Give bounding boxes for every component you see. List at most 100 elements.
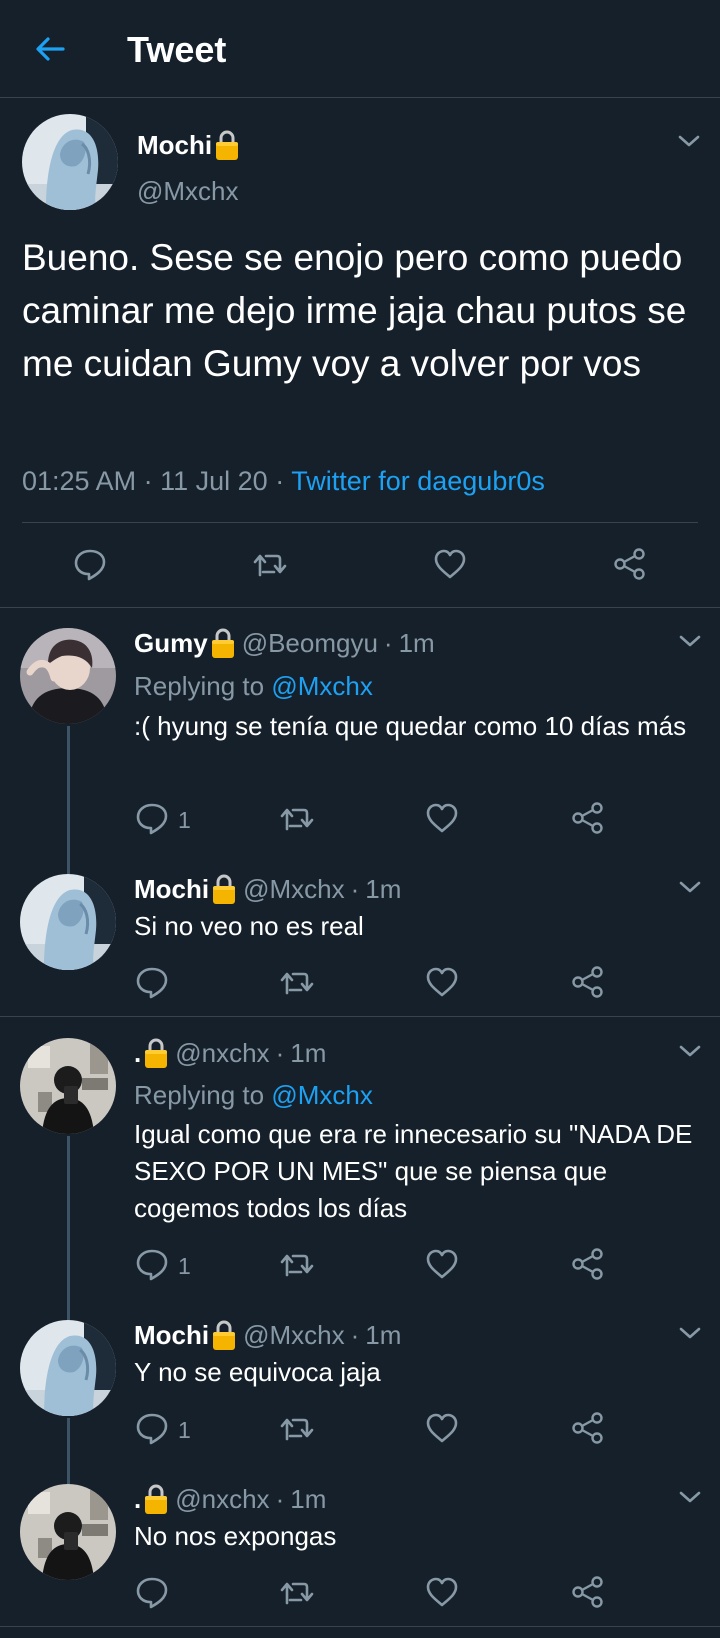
lock-icon [211,873,237,905]
meta-separator: · [350,1320,360,1350]
share-icon[interactable] [568,1408,608,1448]
replying-to-prefix: Replying to [134,671,265,701]
author-row: Gumy @Beomgyu · 1m [134,626,435,660]
retweet-icon[interactable] [277,1572,317,1612]
reply-icon[interactable] [132,1244,172,1284]
author-row: Mochi @Mxchx · 1m [134,872,401,906]
avatar[interactable] [20,628,116,724]
main-tweet: Mochi @Mxchx Bueno. Sese se enojo pero c… [0,98,720,608]
author-handle[interactable]: @Mxchx [243,872,345,906]
retweet-icon[interactable] [277,1408,317,1448]
meta-separator: · [143,466,153,496]
heart-icon[interactable] [422,962,462,1002]
author-handle[interactable]: @Mxchx [137,174,239,208]
author-row: Mochi [137,128,240,162]
meta-separator: · [275,1038,285,1068]
tweet-time: 1m [290,1038,327,1068]
reply-icon[interactable] [132,1408,172,1448]
share-icon[interactable] [610,544,650,584]
divider [0,1626,720,1627]
replying-to-link[interactable]: @Mxchx [271,671,373,701]
reply-count: 1 [178,807,191,833]
reply-icon[interactable] [132,1572,172,1612]
reply-count: 1 [178,1417,191,1443]
retweet-icon[interactable] [277,1244,317,1284]
retweet-icon[interactable] [277,798,317,838]
reply-text: Y no se equivoca jaja [134,1357,381,1387]
thread-line [67,1136,70,1320]
heart-icon[interactable] [430,544,470,584]
lock-icon [210,627,236,659]
chevron-down-icon[interactable] [678,134,700,148]
page-title: Tweet [127,29,227,70]
tweet-client-link[interactable]: Twitter for daegubr0s [291,466,545,496]
replying-to: Replying to @Mxchx [134,669,373,703]
chevron-down-icon[interactable] [679,634,701,648]
reply-icon[interactable] [70,544,110,584]
author-name[interactable]: Mochi [137,128,212,162]
reply-count: 1 [178,1253,191,1279]
avatar[interactable] [20,1038,116,1134]
reply-icon[interactable] [132,962,172,1002]
chevron-down-icon[interactable] [679,880,701,894]
divider [22,522,698,523]
share-icon[interactable] [568,1244,608,1284]
reply-text: Si no veo no es real [134,911,364,941]
tweet-time: 1m [365,1320,402,1350]
tweet-time: 1m [398,628,435,658]
author-row: . @nxchx · 1m [134,1036,326,1070]
author-row: Mochi @Mxchx · 1m [134,1318,401,1352]
share-icon[interactable] [568,798,608,838]
meta-separator: · [275,466,285,496]
tweet-meta: 01:25 AM · 11 Jul 20 · Twitter for daegu… [22,464,545,498]
tweet-time: 1m [365,874,402,904]
avatar[interactable] [22,114,118,210]
chevron-down-icon[interactable] [679,1044,701,1058]
author-name[interactable]: Mochi [134,872,209,906]
divider [0,1016,720,1017]
meta-separator: · [275,1484,285,1514]
reply-text: :( hyung se tenía que quedar como 10 día… [134,711,687,741]
avatar[interactable] [20,874,116,970]
heart-icon[interactable] [422,1244,462,1284]
lock-icon [211,1319,237,1351]
chevron-down-icon[interactable] [679,1490,701,1504]
reply-icon[interactable] [132,798,172,838]
author-name[interactable]: Mochi [134,1318,209,1352]
lock-icon [143,1037,169,1069]
author-row: . @nxchx · 1m [134,1482,326,1516]
author-handle[interactable]: @nxchx [175,1482,269,1516]
author-handle[interactable]: @Beomgyu [242,626,378,660]
author-name[interactable]: . [134,1036,141,1070]
heart-icon[interactable] [422,798,462,838]
lock-icon [143,1483,169,1515]
tweet-text: Bueno. Sese se enojo pero como puedo cam… [22,237,687,384]
reply-text: No nos expongas [134,1521,337,1551]
replying-to: Replying to @Mxchx [134,1078,373,1112]
retweet-icon[interactable] [250,544,290,584]
tweet-time: 01:25 AM [22,466,137,496]
author-name[interactable]: . [134,1482,141,1516]
author-handle[interactable]: @nxchx [175,1036,269,1070]
arrow-left-icon[interactable] [30,29,70,69]
heart-icon[interactable] [422,1408,462,1448]
tweet-time: 1m [290,1484,327,1514]
heart-icon[interactable] [422,1572,462,1612]
meta-separator: · [350,874,360,904]
meta-separator: · [383,628,393,658]
reply-text: Igual como que era re innecesario su "NA… [134,1119,693,1223]
avatar[interactable] [20,1320,116,1416]
replying-to-prefix: Replying to [134,1080,265,1110]
author-name[interactable]: Gumy [134,626,208,660]
replying-to-link[interactable]: @Mxchx [271,1080,373,1110]
avatar[interactable] [20,1484,116,1580]
retweet-icon[interactable] [277,962,317,1002]
thread-line [67,1418,70,1484]
chevron-down-icon[interactable] [679,1326,701,1340]
tweet-date: 11 Jul 20 [160,466,268,496]
share-icon[interactable] [568,1572,608,1612]
lock-icon [214,129,240,161]
share-icon[interactable] [568,962,608,1002]
thread-line [67,726,70,874]
author-handle[interactable]: @Mxchx [243,1318,345,1352]
